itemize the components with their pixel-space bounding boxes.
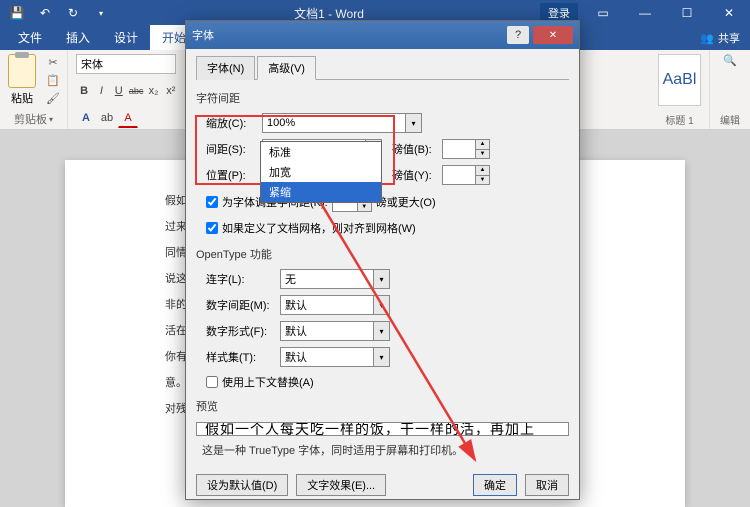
editing-label: 编辑	[718, 112, 742, 127]
text-effects-button[interactable]: A	[76, 108, 96, 128]
sup-button[interactable]: x²	[163, 81, 179, 101]
ligatures-label: 连字(L):	[206, 271, 276, 287]
dd-option-expanded[interactable]: 加宽	[261, 162, 381, 182]
section-preview: 预览	[196, 398, 569, 414]
spacing-dropdown: 标准 加宽 紧缩	[260, 141, 382, 203]
scale-combo[interactable]: 100%▾	[262, 113, 422, 133]
bold-button[interactable]: B	[76, 81, 92, 101]
styleset-combo[interactable]: 默认▾	[280, 347, 390, 367]
close-icon[interactable]: ✕	[708, 0, 750, 26]
spin-down-icon[interactable]: ▼	[358, 203, 371, 212]
font-color-button[interactable]: A	[118, 108, 138, 128]
copy-icon[interactable]: 📋	[44, 72, 62, 88]
paste-button[interactable]: 粘贴	[8, 54, 36, 106]
context-checkbox[interactable]	[206, 376, 218, 388]
clipboard-label: 剪贴板	[14, 111, 47, 127]
window-title: 文档1 - Word	[118, 5, 540, 22]
cut-icon[interactable]: ✂	[44, 54, 62, 70]
context-label: 使用上下文替换(A)	[222, 374, 314, 390]
dd-option-standard[interactable]: 标准	[261, 142, 381, 162]
dialog-help-icon[interactable]: ?	[507, 26, 529, 44]
find-icon[interactable]: 🔍	[723, 54, 737, 67]
ligatures-combo[interactable]: 无▾	[280, 269, 390, 289]
dd-option-condensed[interactable]: 紧缩	[261, 182, 381, 202]
position-by-label: 磅值(Y):	[392, 167, 438, 183]
chevron-down-icon[interactable]: ▾	[373, 296, 389, 314]
grid-label: 如果定义了文档网格，则对齐到网格(W)	[222, 220, 416, 236]
chevron-down-icon[interactable]: ▾	[373, 270, 389, 288]
share-icon: 👥	[700, 32, 714, 45]
tab-advanced[interactable]: 高级(V)	[257, 56, 316, 80]
tab-font-n[interactable]: 字体(N)	[196, 56, 255, 80]
tab-design[interactable]: 设计	[102, 25, 150, 50]
chevron-down-icon[interactable]: ▾	[373, 348, 389, 366]
spin-up-icon[interactable]: ▲	[476, 140, 489, 150]
underline-button[interactable]: U	[111, 81, 127, 101]
preview-note: 这是一种 TrueType 字体，同时适用于屏幕和打印机。	[202, 442, 569, 458]
grid-checkbox[interactable]	[206, 222, 218, 234]
styleset-label: 样式集(T):	[206, 349, 276, 365]
cancel-button[interactable]: 取消	[525, 474, 569, 496]
ribbon-opts-icon[interactable]: ▭	[582, 0, 624, 26]
sub-button[interactable]: x₂	[145, 81, 161, 101]
section-char-spacing: 字符间距	[196, 90, 569, 106]
spacing-by-spin[interactable]: ▲▼	[442, 139, 490, 159]
styles-label: 标题 1	[658, 112, 701, 127]
chevron-down-icon[interactable]: ▾	[373, 322, 389, 340]
save-icon[interactable]: 💾	[6, 2, 28, 24]
spacing-label: 间距(S):	[206, 141, 258, 157]
tab-file[interactable]: 文件	[6, 25, 54, 50]
font-dialog: 字体 ? ✕ 字体(N) 高级(V) 字符间距 缩放(C): 100%▾ 间距(…	[185, 20, 580, 500]
undo-icon[interactable]: ↶	[34, 2, 56, 24]
clipboard-icon	[8, 54, 36, 88]
set-default-button[interactable]: 设为默认值(D)	[196, 474, 288, 496]
spacing-by-label: 磅值(B):	[392, 141, 438, 157]
redo-icon[interactable]: ↻	[62, 2, 84, 24]
numspacing-label: 数字间距(M):	[206, 297, 276, 313]
qat-more-icon[interactable]: ▾	[90, 2, 112, 24]
font-name-combo[interactable]: 宋体	[76, 54, 176, 74]
highlight-button[interactable]: ab	[97, 108, 117, 128]
strike-button[interactable]: abc	[128, 81, 145, 101]
numform-label: 数字形式(F):	[206, 323, 276, 339]
format-painter-icon[interactable]: 🖌	[44, 90, 62, 106]
kerning-checkbox[interactable]	[206, 196, 218, 208]
kerning-unit: 磅或更大(O)	[376, 194, 436, 210]
numform-combo[interactable]: 默认▾	[280, 321, 390, 341]
preview-box: 假如一个人每天吃一样的饭，干一样的活，再加上	[196, 422, 569, 436]
minimize-icon[interactable]: —	[624, 0, 666, 26]
italic-button[interactable]: I	[93, 81, 109, 101]
scale-label: 缩放(C):	[206, 115, 258, 131]
share-button[interactable]: 👥共享	[690, 26, 750, 50]
spin-up-icon[interactable]: ▲	[476, 166, 489, 176]
position-by-spin[interactable]: ▲▼	[442, 165, 490, 185]
ok-button[interactable]: 确定	[473, 474, 517, 496]
position-label: 位置(P):	[206, 167, 258, 183]
maximize-icon[interactable]: ☐	[666, 0, 708, 26]
dialog-title: 字体	[192, 27, 507, 43]
spin-down-icon[interactable]: ▼	[476, 176, 489, 185]
tab-insert[interactable]: 插入	[54, 25, 102, 50]
dialog-close-icon[interactable]: ✕	[533, 26, 573, 44]
numspacing-combo[interactable]: 默认▾	[280, 295, 390, 315]
style-tile[interactable]: AaBl	[658, 54, 701, 106]
spin-down-icon[interactable]: ▼	[476, 150, 489, 159]
section-opentype: OpenType 功能	[196, 246, 569, 262]
chevron-down-icon[interactable]: ▾	[405, 114, 421, 132]
text-effects-button[interactable]: 文字效果(E)...	[296, 474, 386, 496]
